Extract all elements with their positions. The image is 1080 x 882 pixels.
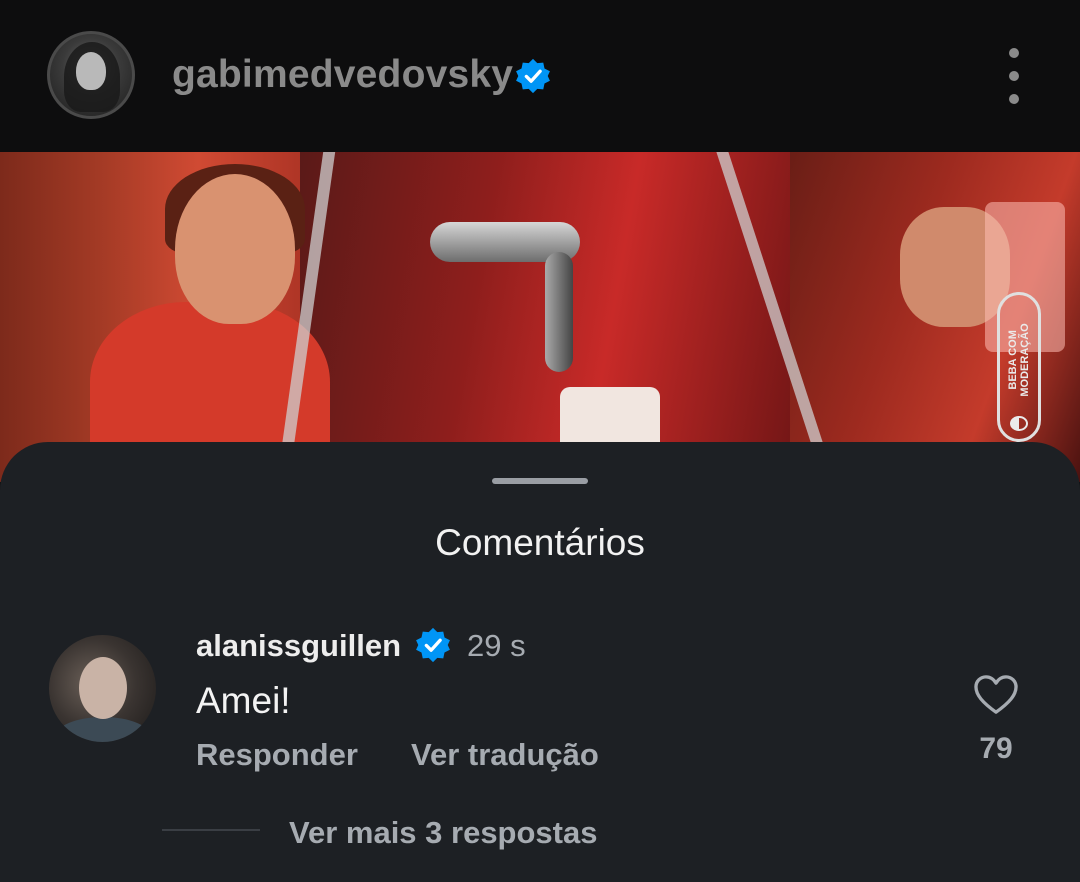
verified-badge-icon (516, 58, 550, 94)
post-header: gabimedvedovsky (0, 0, 1080, 152)
photo-beer-tap-spout (545, 252, 573, 372)
view-more-replies-button[interactable]: Ver mais 3 respostas (289, 815, 597, 851)
avatar-face (79, 657, 127, 719)
sheet-drag-handle[interactable] (492, 478, 588, 484)
avatar-shoulders (55, 717, 151, 742)
commenter-username[interactable]: alanissguillen (196, 628, 401, 664)
avatar-face (76, 52, 106, 90)
like-count: 79 (979, 732, 1013, 765)
sheet-title: Comentários (435, 522, 645, 563)
drink-responsibly-badge: BEBA COM MODERAÇÃO (997, 292, 1041, 442)
commenter-avatar[interactable] (49, 635, 156, 742)
author-username[interactable]: gabimedvedovsky (172, 53, 513, 97)
comment-timestamp: 29 s (467, 628, 526, 663)
comment-text: Amei! (196, 680, 291, 721)
post-image[interactable]: BEBA COM MODERAÇÃO (0, 152, 1080, 482)
half-circle-icon (1010, 415, 1028, 431)
verified-badge-icon (416, 627, 450, 663)
heart-icon[interactable] (973, 674, 1019, 716)
reply-button[interactable]: Responder (196, 737, 358, 773)
replies-divider (162, 829, 260, 831)
badge-text: BEBA COM MODERAÇÃO (1007, 323, 1031, 397)
author-avatar[interactable] (47, 31, 135, 119)
comments-sheet: Comentários alanissguillen 29 s Amei! Re… (0, 442, 1080, 882)
see-translation-button[interactable]: Ver tradução (411, 737, 599, 773)
more-vertical-icon[interactable] (996, 48, 1032, 104)
photo-figure-head (175, 174, 295, 324)
